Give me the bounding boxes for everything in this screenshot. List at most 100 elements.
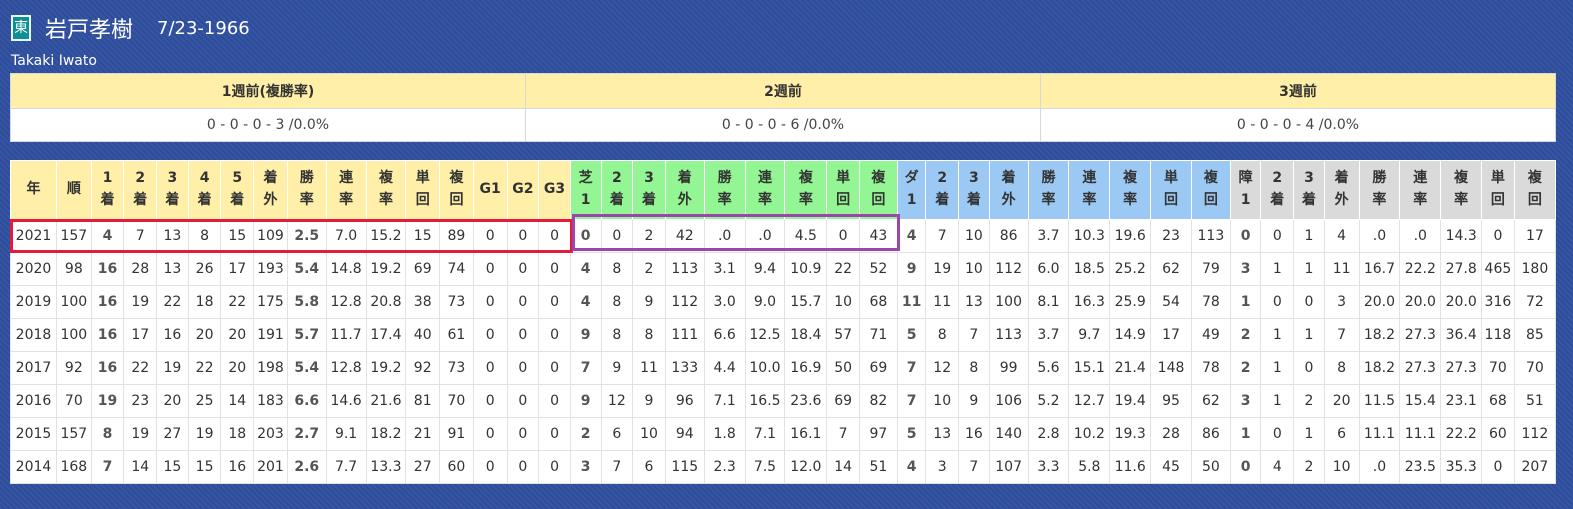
stat-cell: 9.1 (325, 417, 367, 451)
header-text: 複 (1454, 170, 1469, 187)
stat-cell: 18.5 (1068, 252, 1111, 286)
stat-cell: 85 (1513, 318, 1557, 352)
stat-cell: 0 (538, 252, 571, 286)
stat-cell: 71 (858, 318, 898, 352)
stat-cell: 19 (123, 285, 158, 319)
stat-cell: 9 (632, 384, 666, 418)
stat-cell: 8 (925, 318, 960, 352)
stats-col-header-36: 3着 (1293, 160, 1325, 220)
stat-cell: 23 (123, 384, 158, 418)
stat-cell: 25 (187, 384, 222, 418)
stat-cell: 74 (439, 252, 474, 286)
stat-cell: 73 (439, 351, 474, 385)
stat-cell: 0 (1260, 417, 1295, 451)
stat-cell: 0 (506, 219, 540, 253)
week3-header: 3週前 (1040, 73, 1556, 109)
stat-cell: 7 (123, 219, 158, 253)
header-text: 1 (1240, 192, 1251, 208)
stat-cell: 11.7 (325, 318, 367, 352)
header-text: 2 (611, 170, 622, 187)
stat-cell: 11.1 (1399, 417, 1442, 451)
stat-cell: 13.3 (365, 450, 407, 484)
stats-col-header-1: 順 (55, 160, 92, 220)
stat-cell: 3 (925, 450, 960, 484)
stat-cell: 18.2 (365, 417, 407, 451)
stat-cell: 22 (156, 285, 189, 319)
stat-cell: 40 (405, 318, 441, 352)
stat-cell: 70 (1481, 351, 1515, 385)
jockey-birthdate: 7/23-1966 (157, 17, 250, 39)
header-text: 複 (1203, 170, 1218, 187)
stat-cell: 68 (858, 285, 898, 319)
stat-cell: 2 (1293, 450, 1325, 484)
stat-cell: 203 (253, 417, 288, 451)
stat-cell: 11.1 (1358, 417, 1401, 451)
stat-cell: 0 (538, 384, 571, 418)
header-text: 率 (378, 192, 393, 208)
header-text: 着 (1301, 192, 1316, 208)
stat-cell: 9 (632, 285, 666, 319)
stat-cell: 10 (958, 219, 990, 253)
stat-cell: 10 (925, 384, 960, 418)
stat-cell: 8 (632, 318, 666, 352)
header-text: 1 (102, 170, 113, 187)
stat-cell: 3.0 (703, 285, 746, 319)
stat-cell: 9 (569, 318, 602, 352)
stat-cell: 10 (632, 417, 666, 451)
stat-cell: 0 (538, 417, 571, 451)
table-row: 2018 100 16 17 16 20 20 191 5.7 11.7 17.4 40 61 0 0 0 9 8… (10, 318, 1557, 352)
stat-cell: 17 (1150, 318, 1192, 352)
stats-col-header-32: 単回 (1150, 160, 1192, 220)
stat-cell: 14 (123, 450, 158, 484)
stat-cell: 0 (1229, 219, 1262, 253)
header-text: 5 (232, 170, 243, 187)
stat-cell: 10 (1323, 450, 1360, 484)
stat-cell: 7 (1323, 318, 1360, 352)
jockey-romaji: Takaki Iwato (11, 53, 97, 69)
stat-cell: 21.6 (365, 384, 407, 418)
stat-cell: 0 (1229, 450, 1262, 484)
stat-cell: 113 (664, 252, 705, 286)
stat-cell: 7 (90, 450, 125, 484)
stat-cell: 118 (1481, 318, 1515, 352)
stats-col-header-10: 複率 (365, 160, 407, 220)
stat-cell: 22.2 (1399, 252, 1442, 286)
stat-cell: 42 (664, 219, 705, 253)
stat-cell: 14 (220, 384, 255, 418)
stat-cell: 16 (220, 450, 255, 484)
stat-cell: 5.8 (286, 285, 327, 319)
stat-cell: 7 (896, 351, 927, 385)
stat-cell: 16.5 (744, 384, 786, 418)
stat-cell: 133 (664, 351, 705, 385)
stat-cell: 27.3 (1399, 351, 1442, 385)
stat-cell: 16.7 (1358, 252, 1401, 286)
stat-cell: 26 (187, 252, 222, 286)
header-text: 1 (580, 192, 591, 208)
stat-cell: 15 (187, 450, 222, 484)
stat-cell: 72 (1513, 285, 1557, 319)
stat-cell: 94 (664, 417, 705, 451)
stat-cell: 11 (896, 285, 927, 319)
stat-cell: 15.2 (365, 219, 407, 253)
stats-col-header-14: G2 (506, 160, 540, 220)
stat-cell: 50 (826, 351, 860, 385)
stat-cell: 112 (988, 252, 1029, 286)
stat-cell: 4 (896, 219, 927, 253)
stat-cell: 17 (1513, 219, 1557, 253)
stat-cell: 15.7 (784, 285, 828, 319)
stat-cell: 35.3 (1440, 450, 1483, 484)
yearly-stats-table: 年順 1 着 2 着 3 着 4 着 5 着着外勝率連率複率単回複回 G1 G2 G3 芝 1 2 着 3 着着外勝率… (10, 160, 1557, 484)
stat-cell: 23 (1150, 219, 1192, 253)
stat-cell: 20 (156, 384, 189, 418)
stat-cell: 17 (123, 318, 158, 352)
week3-value: 0 - 0 - 0 - 4 /0.0% (1040, 108, 1556, 142)
stat-cell: 27 (156, 417, 189, 451)
header-text: 2 (1272, 170, 1283, 187)
stat-cell: 0 (569, 219, 602, 253)
header-text: 複 (1527, 170, 1542, 187)
header-text: 率 (1082, 192, 1097, 208)
stat-cell: 9 (569, 384, 602, 418)
stat-cell: 54 (1150, 285, 1192, 319)
stat-cell: 5.8 (1068, 450, 1111, 484)
stats-col-header-29: 勝率 (1027, 160, 1070, 220)
